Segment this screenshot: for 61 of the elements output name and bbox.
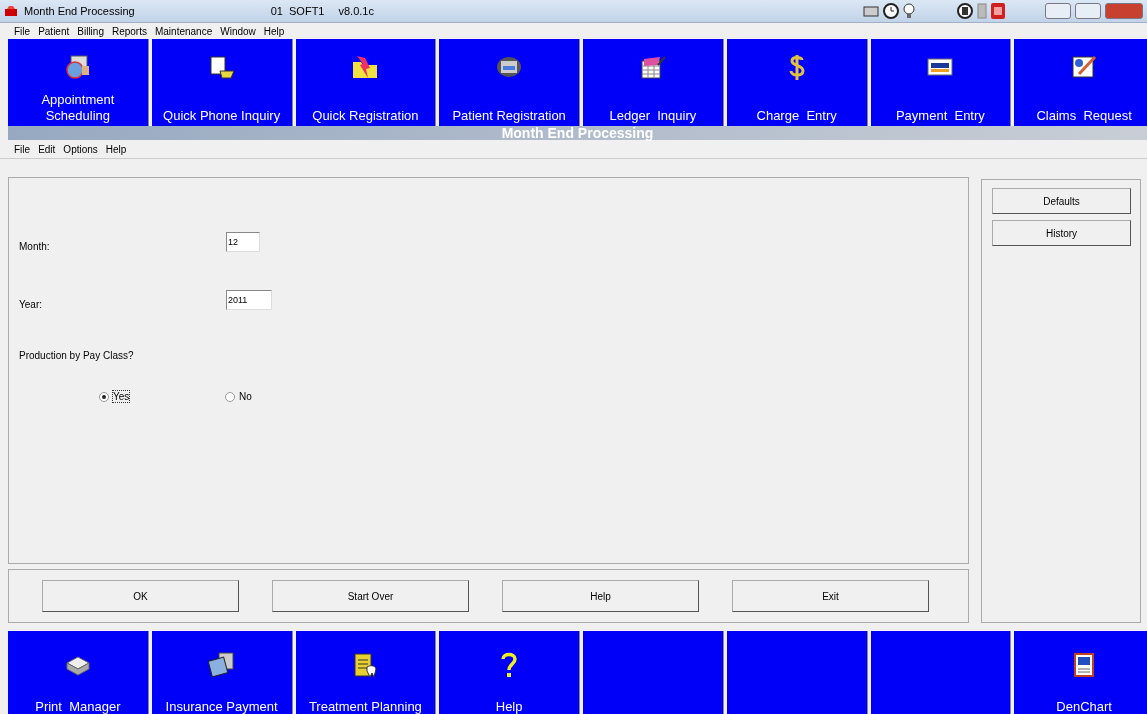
- toolbar-button[interactable]: Quick Registration: [295, 39, 437, 126]
- radio-button[interactable]: [99, 391, 109, 402]
- printer-drum-icon: [495, 55, 524, 79]
- toolbar-button[interactable]: [870, 631, 1012, 714]
- menu-item[interactable]: Help: [259, 25, 289, 37]
- app-icon: [4, 5, 18, 17]
- spreadsheet-icon: [639, 55, 666, 79]
- documents-icon: [206, 651, 237, 679]
- toolbar-button[interactable]: Quick Phone Inquiry: [151, 39, 293, 126]
- form-pen-icon: [1071, 54, 1098, 80]
- field-label: Month:: [19, 241, 50, 252]
- credit-card-icon: [927, 58, 954, 76]
- menu-item[interactable]: Billing: [73, 25, 108, 37]
- side-button[interactable]: Defaults: [992, 188, 1131, 214]
- text-field[interactable]: 2011: [226, 290, 272, 310]
- company-code: 01 SOFT1: [270, 5, 325, 17]
- form-title: Month End Processing: [501, 125, 654, 141]
- version-label: v8.0.1c: [338, 5, 374, 17]
- radio-button[interactable]: [225, 391, 235, 402]
- field-label: Year:: [19, 299, 42, 310]
- menu-item[interactable]: Reports: [107, 25, 151, 37]
- window-title: Month End Processing: [24, 5, 135, 17]
- toolbar-button[interactable]: Claims Request: [1014, 39, 1147, 126]
- menu-item[interactable]: Window: [216, 25, 260, 37]
- note-phone-icon: [207, 55, 236, 79]
- app-badge-icon[interactable]: [991, 3, 1005, 19]
- toolbar-button[interactable]: Patient Registration: [439, 39, 580, 126]
- toolbar-button[interactable]: DenChart: [1014, 631, 1147, 714]
- toolbar-button[interactable]: Ledger Inquiry: [583, 39, 724, 126]
- toolbar-button[interactable]: Print Manager: [8, 631, 149, 714]
- radio-label[interactable]: No: [239, 391, 252, 402]
- toolbar-button[interactable]: Payment Entry: [870, 39, 1012, 126]
- menu-item[interactable]: File: [10, 143, 35, 155]
- toolbar-button[interactable]: Help: [439, 631, 580, 714]
- clock-icon[interactable]: [883, 3, 899, 19]
- menu-item[interactable]: Help: [101, 143, 131, 155]
- question-icon: [500, 651, 519, 679]
- side-button[interactable]: History: [992, 220, 1131, 246]
- calendar-clock-icon: [64, 55, 91, 79]
- menu-item[interactable]: Patient: [34, 25, 74, 37]
- text-field[interactable]: 12: [226, 232, 260, 252]
- lightbulb-icon[interactable]: [903, 3, 915, 19]
- menu-item[interactable]: Edit: [34, 143, 60, 155]
- toolbar-button[interactable]: Insurance Payment: [151, 631, 293, 714]
- document-icon: [1072, 652, 1097, 678]
- restore-button[interactable]: [1075, 3, 1101, 19]
- toolbar-button[interactable]: Charge Entry: [726, 39, 868, 126]
- clipboard-tooth-icon: [352, 651, 379, 679]
- toolbar-button[interactable]: Appointment Scheduling: [8, 39, 149, 126]
- menu-item[interactable]: Maintenance: [150, 25, 217, 37]
- menu-item[interactable]: Options: [59, 143, 102, 155]
- menu-item[interactable]: File: [10, 25, 35, 37]
- radio-label[interactable]: Yes: [113, 391, 130, 402]
- action-button[interactable]: Help: [502, 580, 699, 612]
- minimize-button[interactable]: [1045, 3, 1071, 19]
- question-label: Production by Pay Class?: [19, 350, 134, 361]
- action-button[interactable]: Exit: [732, 580, 929, 612]
- folder-lightning-icon: [351, 54, 380, 80]
- toolbar-button[interactable]: Treatment Planning: [295, 631, 437, 714]
- action-button[interactable]: Start Over: [272, 580, 469, 612]
- action-button[interactable]: OK: [42, 580, 239, 612]
